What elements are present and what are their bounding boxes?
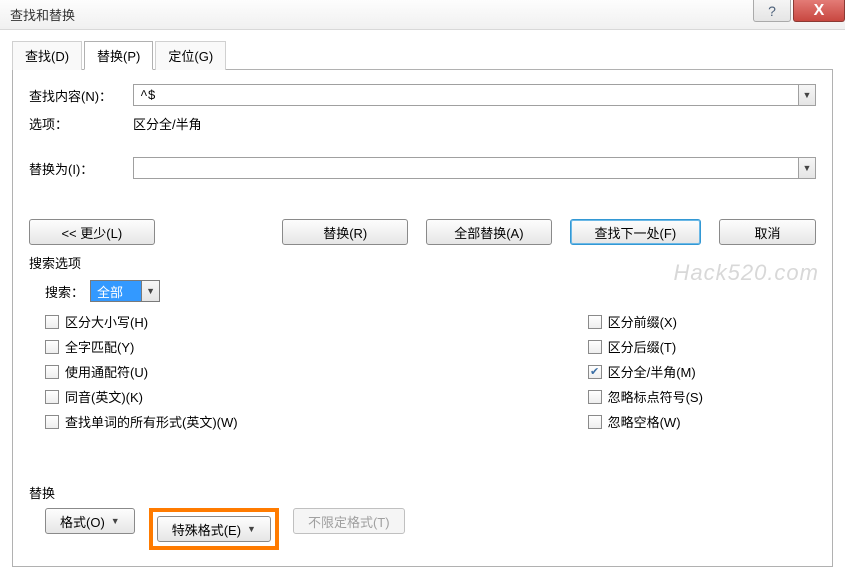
main-panel: 查找内容(N)： ▼ 选项： 区分全/半角 替换为(I)： ▼ << 更少(L)… — [12, 69, 833, 567]
checks-left: 区分大小写(H) 全字匹配(Y) 使用通配符(U) 同音(英文)(K) 查找单词… — [45, 312, 238, 431]
title-bar: 查找和替换 ? X — [0, 0, 845, 30]
tab-find[interactable]: 查找(D) — [12, 41, 82, 70]
chk-sounds-like[interactable]: 同音(英文)(K) — [45, 387, 238, 406]
help-button[interactable]: ? — [753, 0, 791, 22]
checkbox-grid: 区分大小写(H) 全字匹配(Y) 使用通配符(U) 同音(英文)(K) 查找单词… — [45, 312, 816, 431]
format-button[interactable]: 格式(O)▼ — [45, 508, 135, 534]
search-label: 搜索： — [45, 282, 84, 301]
find-row: 查找内容(N)： ▼ — [29, 84, 816, 106]
find-combo: ▼ — [133, 84, 816, 106]
options-row: 选项： 区分全/半角 — [29, 114, 816, 133]
checkbox-icon — [588, 315, 602, 329]
no-format-button: 不限定格式(T) — [293, 508, 405, 534]
find-dropdown-icon[interactable]: ▼ — [798, 84, 816, 106]
replace-all-button[interactable]: 全部替换(A) — [426, 219, 552, 245]
options-label: 选项： — [29, 114, 133, 133]
close-button[interactable]: X — [793, 0, 845, 22]
bottom-heading: 替换 — [29, 483, 816, 502]
chk-match-case[interactable]: 区分大小写(H) — [45, 312, 238, 331]
checkbox-icon — [588, 415, 602, 429]
replace-button[interactable]: 替换(R) — [282, 219, 408, 245]
chk-word-forms[interactable]: 查找单词的所有形式(英文)(W) — [45, 412, 238, 431]
tab-strip: 查找(D) 替换(P) 定位(G) — [12, 41, 833, 70]
action-button-row: << 更少(L) 替换(R) 全部替换(A) 查找下一处(F) 取消 — [29, 219, 816, 245]
tab-goto[interactable]: 定位(G) — [155, 41, 226, 70]
cancel-button[interactable]: 取消 — [719, 219, 816, 245]
highlight-annotation: 特殊格式(E)▼ — [149, 508, 279, 550]
replace-combo: ▼ — [133, 157, 816, 179]
caret-down-icon: ▼ — [111, 516, 120, 526]
checkbox-icon — [45, 365, 59, 379]
chk-ignore-punct[interactable]: 忽略标点符号(S) — [588, 387, 703, 406]
checkbox-icon — [588, 390, 602, 404]
window-title: 查找和替换 — [10, 5, 75, 24]
search-direction-row: 搜索： 全部 ▼ — [45, 280, 816, 302]
search-options-heading: 搜索选项 — [29, 253, 816, 272]
replace-label: 替换为(I)： — [29, 159, 133, 178]
search-select[interactable]: 全部 ▼ — [90, 280, 160, 302]
checks-right: 区分前缀(X) 区分后缀(T) ✔区分全/半角(M) 忽略标点符号(S) 忽略空… — [588, 312, 703, 431]
chk-full-half[interactable]: ✔区分全/半角(M) — [588, 362, 703, 381]
replace-row: 替换为(I)： ▼ — [29, 157, 816, 179]
chk-prefix[interactable]: 区分前缀(X) — [588, 312, 703, 331]
find-label: 查找内容(N)： — [29, 86, 133, 105]
bottom-button-row: 格式(O)▼ 特殊格式(E)▼ 不限定格式(T) — [45, 508, 816, 550]
special-format-button[interactable]: 特殊格式(E)▼ — [157, 516, 271, 542]
replace-dropdown-icon[interactable]: ▼ — [798, 157, 816, 179]
search-select-value: 全部 — [91, 281, 141, 301]
checkbox-icon — [45, 315, 59, 329]
chk-whole-word[interactable]: 全字匹配(Y) — [45, 337, 238, 356]
options-value: 区分全/半角 — [133, 114, 816, 133]
caret-down-icon: ▼ — [247, 524, 256, 534]
chevron-down-icon[interactable]: ▼ — [141, 281, 159, 301]
checkbox-icon — [45, 340, 59, 354]
chk-ignore-space[interactable]: 忽略空格(W) — [588, 412, 703, 431]
less-button[interactable]: << 更少(L) — [29, 219, 155, 245]
find-next-button[interactable]: 查找下一处(F) — [570, 219, 701, 245]
chk-wildcards[interactable]: 使用通配符(U) — [45, 362, 238, 381]
checkbox-icon — [45, 390, 59, 404]
window-buttons: ? X — [753, 0, 845, 22]
tab-replace[interactable]: 替换(P) — [84, 41, 153, 70]
bottom-section: 替换 格式(O)▼ 特殊格式(E)▼ 不限定格式(T) — [29, 483, 816, 550]
find-input[interactable] — [133, 84, 798, 106]
checkbox-icon: ✔ — [588, 365, 602, 379]
checkbox-icon — [45, 415, 59, 429]
replace-input[interactable] — [133, 157, 798, 179]
checkbox-icon — [588, 340, 602, 354]
chk-suffix[interactable]: 区分后缀(T) — [588, 337, 703, 356]
dialog-body: 查找(D) 替换(P) 定位(G) 查找内容(N)： ▼ 选项： 区分全/半角 … — [0, 30, 845, 577]
